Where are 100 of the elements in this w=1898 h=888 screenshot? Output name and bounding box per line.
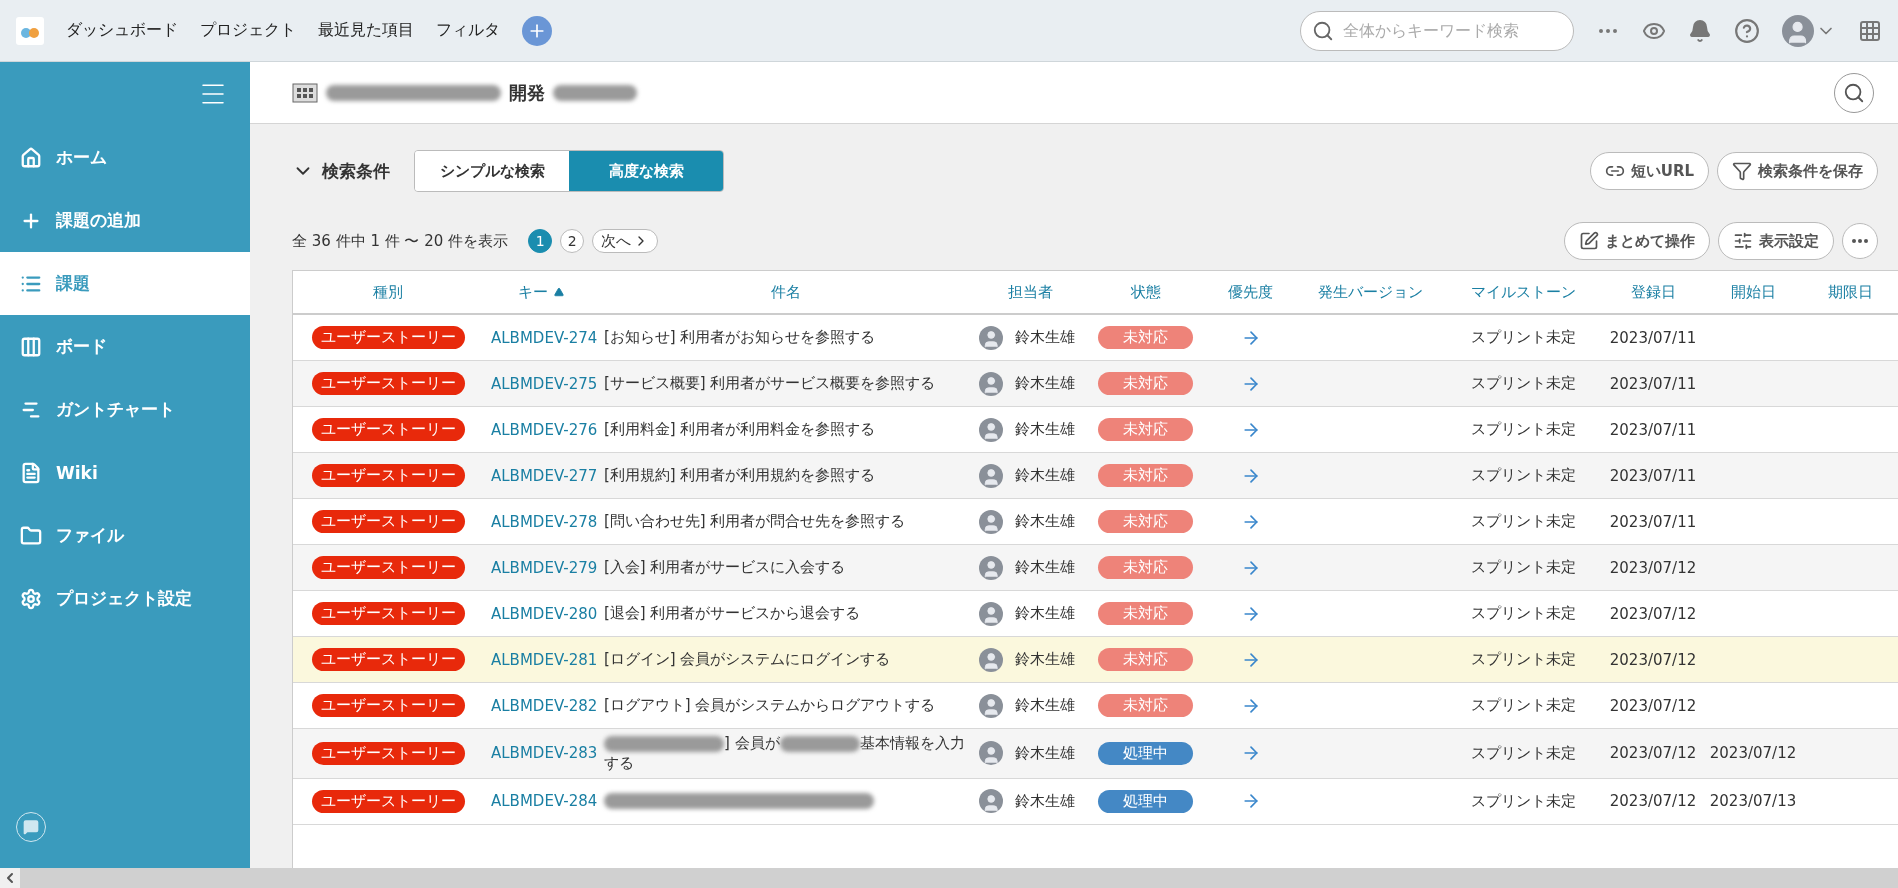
search-button[interactable]: [1834, 72, 1874, 113]
created-date: 2023/07/11: [1608, 512, 1698, 531]
user-avatar: [1782, 14, 1814, 47]
assignee-name: 鈴木生雄: [1015, 743, 1075, 763]
type-badge: ユーザーストーリー: [311, 418, 465, 441]
help-icon[interactable]: [1734, 17, 1760, 44]
table-row[interactable]: ユーザーストーリー ALBMDEV-281 [ログイン] 会員がシステムにログインする 鈴木生雄 未対応 スプリント未定 2023/07/12: [293, 637, 1898, 683]
assignee-name: 鈴木生雄: [1015, 466, 1075, 485]
milestone-text: スプリント未定: [1469, 512, 1577, 531]
page-button[interactable]: 2: [560, 229, 585, 253]
home-icon: [20, 146, 42, 169]
nav-link[interactable]: 最近見た項目: [318, 20, 414, 41]
logo-icon[interactable]: [16, 16, 44, 45]
action-button[interactable]: 検索条件を保存: [1717, 152, 1878, 190]
table-row[interactable]: ユーザーストーリー ALBMDEV-279 [入会] 利用者がサービスに入会する 鈴木生雄 未対応 スプリント未定 2023/07/12: [293, 545, 1898, 591]
status-badge: 未対応: [1098, 602, 1193, 625]
next-button[interactable]: 次へ: [592, 229, 659, 253]
subject-text: [ログアウト] 会員がシステムからログアウトする: [603, 695, 937, 716]
created-date: 2023/07/12: [1608, 604, 1698, 623]
subject-text: [お知らせ] 利用者がお知らせを参照する: [603, 327, 877, 348]
column-header[interactable]: マイルストーン: [1443, 282, 1603, 302]
type-badge: ユーザーストーリー: [311, 372, 465, 395]
column-header[interactable]: 担当者: [973, 282, 1088, 302]
status-badge: 未対応: [1098, 326, 1193, 349]
issue-key-link[interactable]: ALBMDEV-284: [483, 792, 598, 810]
column-header[interactable]: 優先度: [1203, 282, 1298, 302]
scroll-left-button[interactable]: [0, 868, 20, 888]
sidebar-item[interactable]: プロジェクト設定: [0, 567, 250, 630]
column-header[interactable]: キー: [483, 282, 598, 302]
assignee-avatar: [979, 463, 1003, 488]
issue-key-link[interactable]: ALBMDEV-282: [483, 696, 598, 715]
milestone-text: スプリント未定: [1469, 696, 1577, 715]
assignee-name: 鈴木生雄: [1015, 328, 1075, 347]
issue-key-link[interactable]: ALBMDEV-283: [483, 744, 598, 763]
issue-key-link[interactable]: ALBMDEV-274: [483, 328, 598, 347]
edit-icon: [1579, 231, 1599, 251]
issue-key-link[interactable]: ALBMDEV-276: [483, 420, 598, 439]
issue-key-link[interactable]: ALBMDEV-279: [483, 558, 598, 577]
column-header[interactable]: 発生バージョン: [1298, 282, 1443, 302]
status-badge: 未対応: [1098, 510, 1193, 533]
sidebar-item[interactable]: 課題: [0, 252, 250, 315]
page-button[interactable]: 1: [528, 229, 553, 253]
status-badge: 未対応: [1098, 372, 1193, 395]
issue-key-link[interactable]: ALBMDEV-280: [483, 604, 598, 623]
search-field[interactable]: 全体からキーワード検索: [1300, 10, 1574, 51]
issue-key-link[interactable]: ALBMDEV-277: [483, 466, 598, 485]
table-row[interactable]: ユーザーストーリー ALBMDEV-277 [利用規約] 利用者が利用規約を参照する 鈴木生雄 未対応 スプリント未定 2023/07/11: [293, 453, 1898, 499]
milestone-text: スプリント未定: [1469, 604, 1577, 623]
assignee-name: 鈴木生雄: [1015, 512, 1075, 531]
table-row[interactable]: ユーザーストーリー ALBMDEV-283 ] 会員が 基本情報を入力する 鈴木生雄 処理中 スプリント未定 2023/07/12 2023/07/12: [293, 729, 1898, 779]
milestone-text: スプリント未定: [1469, 466, 1577, 485]
search-conditions-toggle[interactable]: 検索条件: [292, 159, 390, 183]
assignee-avatar: [979, 509, 1003, 534]
column-header[interactable]: 種別: [293, 282, 483, 302]
horizontal-scrollbar[interactable]: [0, 868, 1898, 888]
notification-icon[interactable]: [1688, 18, 1712, 43]
sidebar-item[interactable]: ホーム: [0, 126, 250, 189]
add-button[interactable]: [522, 15, 552, 46]
sidebar-item[interactable]: Wiki: [0, 441, 250, 504]
assignee-avatar: [979, 789, 1003, 813]
column-header[interactable]: 件名: [598, 282, 973, 302]
search-icon: [1843, 81, 1865, 104]
type-badge: ユーザーストーリー: [311, 510, 465, 533]
nav-link[interactable]: フィルタ: [436, 20, 500, 41]
action-button[interactable]: まとめて操作: [1564, 222, 1710, 260]
project-icon: [292, 81, 318, 104]
issue-key-link[interactable]: ALBMDEV-275: [483, 374, 598, 393]
subject-text: [退会] 利用者がサービスから退会する: [603, 603, 862, 624]
issue-key-link[interactable]: ALBMDEV-281: [483, 650, 598, 669]
table-row[interactable]: ユーザーストーリー ALBMDEV-275 [サービス概要] 利用者がサービス概要を参照する 鈴木生雄 未対応 スプリント未定 2023/07/11: [293, 361, 1898, 407]
sidebar-item[interactable]: 課題の追加: [0, 189, 250, 252]
column-header[interactable]: 状態: [1088, 282, 1203, 302]
milestone-text: スプリント未定: [1469, 558, 1577, 577]
apps-grid-icon[interactable]: [1858, 18, 1882, 43]
column-header[interactable]: 期限日: [1803, 282, 1898, 302]
action-button[interactable]: 短いURL: [1589, 152, 1709, 190]
column-header[interactable]: 開始日: [1703, 282, 1803, 302]
column-header[interactable]: 登録日: [1603, 282, 1703, 302]
issue-key-link[interactable]: ALBMDEV-278: [483, 512, 598, 531]
chat-icon: [23, 819, 39, 835]
nav-link[interactable]: プロジェクト: [200, 20, 296, 41]
type-badge: ユーザーストーリー: [311, 556, 465, 579]
milestone-text: スプリント未定: [1469, 743, 1577, 763]
nav-link[interactable]: ダッシュボード: [66, 20, 178, 41]
search-mode-tab[interactable]: シンプルな検索: [415, 151, 569, 191]
assignee-avatar: [979, 417, 1003, 442]
sidebar-item[interactable]: ガントチャート: [0, 378, 250, 441]
more-button[interactable]: [1842, 223, 1878, 259]
assignee-name: 鈴木生雄: [1015, 696, 1075, 715]
status-badge: 未対応: [1098, 694, 1193, 717]
subject-text: [問い合わせ先] 利用者が問合せ先を参照する: [603, 511, 907, 532]
action-button[interactable]: 表示設定: [1718, 222, 1834, 260]
assignee-name: 鈴木生雄: [1015, 604, 1075, 623]
assignee-name: 鈴木生雄: [1015, 558, 1075, 577]
search-mode-tab[interactable]: 高度な検索: [569, 151, 723, 191]
type-badge: ユーザーストーリー: [311, 326, 465, 349]
sidebar-item[interactable]: ファイル: [0, 504, 250, 567]
assignee-name: 鈴木生雄: [1015, 791, 1075, 811]
assignee-avatar: [979, 325, 1003, 350]
sidebar-item[interactable]: ボード: [0, 315, 250, 378]
